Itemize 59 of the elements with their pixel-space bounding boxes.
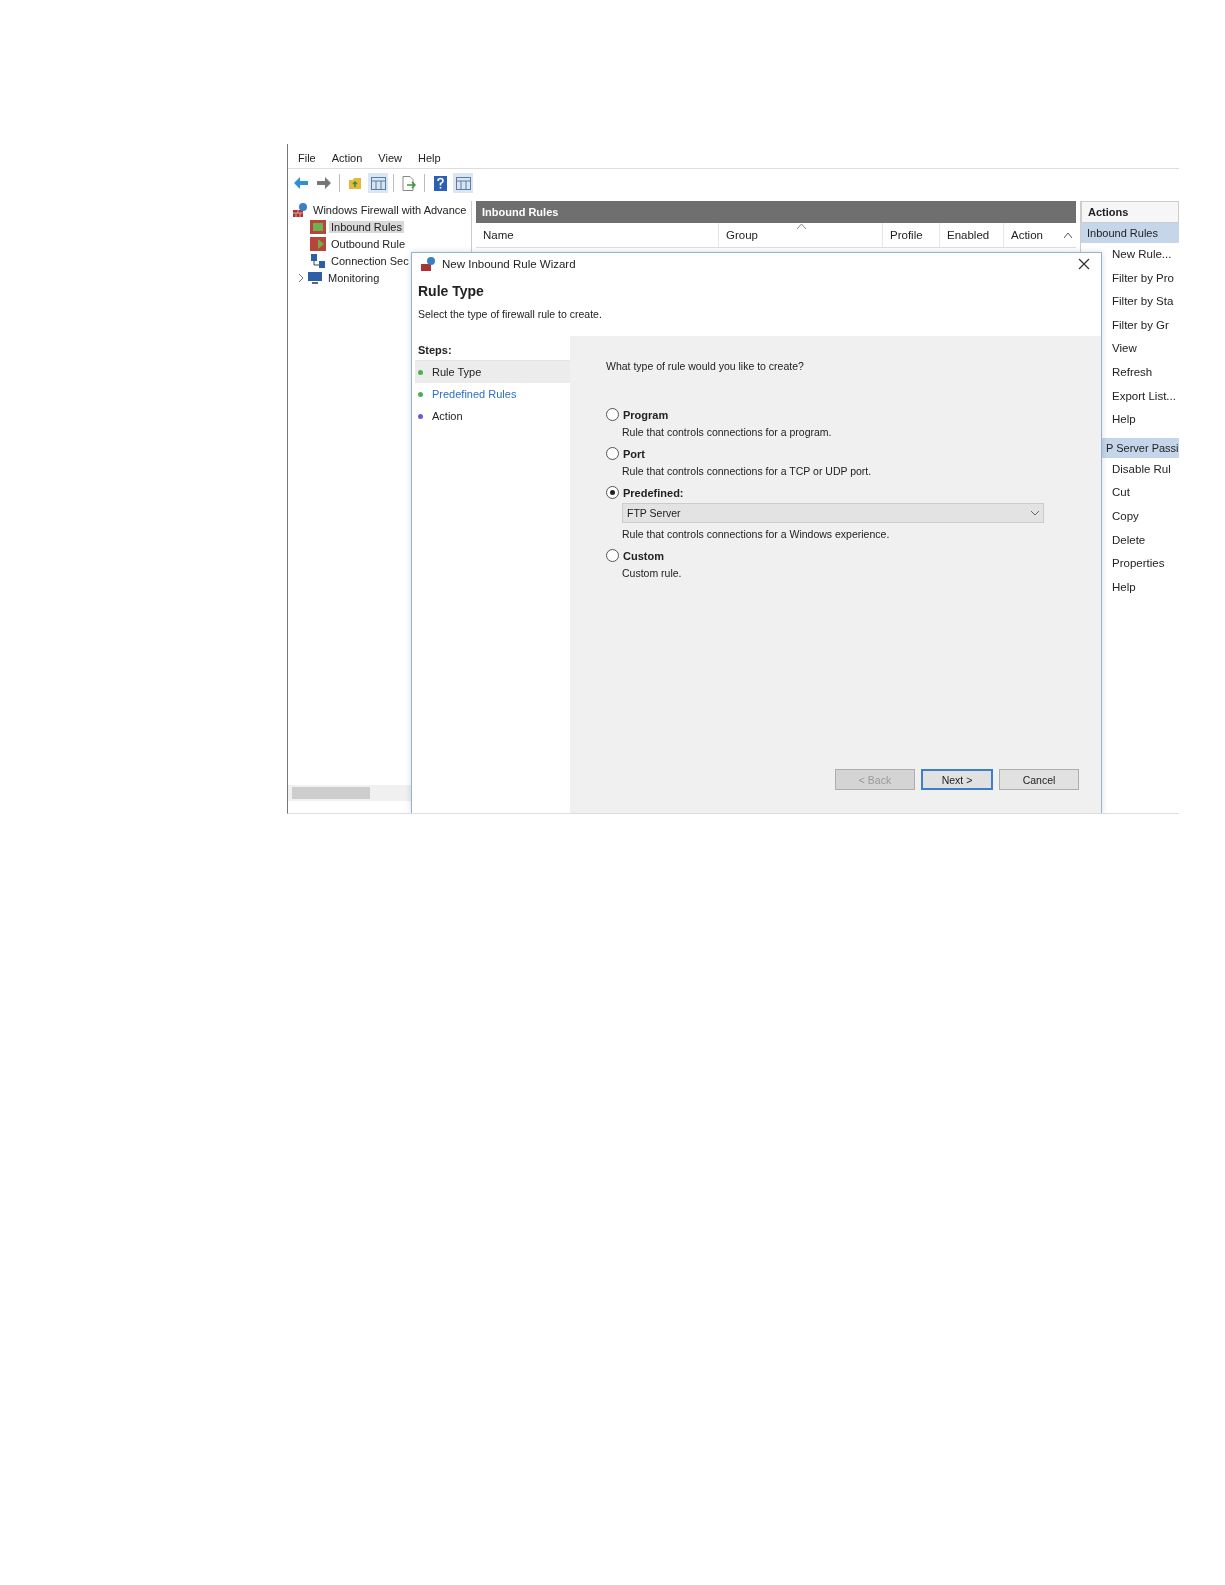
rules-icon [310, 219, 326, 234]
sort-caret-icon [797, 224, 807, 229]
column-header[interactable]: Enabled [939, 223, 1003, 247]
menu-item[interactable]: Help [411, 150, 447, 166]
radio-button[interactable] [606, 447, 619, 460]
wizard-step[interactable]: Action [415, 405, 570, 427]
option-description: Custom rule. [622, 567, 683, 579]
tree-item[interactable]: Windows Firewall with Advance [311, 203, 469, 216]
wizard-step[interactable]: Predefined Rules [415, 383, 570, 405]
column-header[interactable]: Profile [882, 223, 939, 247]
grid-icon [455, 176, 471, 190]
option-label: Port [623, 447, 645, 460]
back-arrow-icon [294, 177, 308, 189]
actions-section-header[interactable]: Inbound Rules [1081, 223, 1179, 243]
option-description: Rule that controls connections for a TCP or UDP port. [622, 465, 873, 477]
help-icon [433, 175, 447, 191]
dialog-title: New Inbound Rule Wizard [442, 258, 577, 270]
firewall-icon [292, 201, 308, 218]
question-text: What type of rule would you like to create? [606, 360, 805, 372]
monitor-icon [307, 270, 323, 285]
step-label: Rule Type [432, 366, 482, 378]
wizard-step[interactable]: Rule Type [415, 361, 570, 383]
menu-item[interactable]: File [292, 150, 322, 166]
firewall-icon [420, 256, 436, 272]
scroll-up-icon[interactable] [1064, 232, 1072, 238]
grid-icon [370, 176, 386, 190]
expand-chevron-icon[interactable] [297, 273, 304, 282]
chevron-down-icon [1031, 510, 1039, 516]
option-label: Custom [623, 549, 664, 562]
tree-item[interactable]: Outbound Rule [329, 237, 407, 250]
pane-title: Inbound Rules [476, 201, 1076, 223]
radio-button[interactable] [606, 408, 619, 421]
rules-icon [310, 236, 326, 251]
forward-arrow-icon [317, 177, 331, 189]
page-subtitle: Select the type of firewall rule to create. [418, 308, 603, 320]
actions-header: Actions [1081, 201, 1179, 223]
dropdown-field[interactable]: FTP Server [622, 503, 1044, 523]
folder-icon [348, 176, 362, 190]
tree-item[interactable]: Monitoring [326, 271, 382, 284]
radio-button[interactable] [606, 549, 619, 562]
dialog-button[interactable]: Cancel [999, 769, 1079, 790]
option-label: Predefined: [623, 486, 684, 499]
tree-item[interactable]: Connection Sec [329, 254, 411, 267]
dialog-button[interactable]: Next > [921, 769, 993, 790]
page-heading: Rule Type [418, 283, 485, 299]
option-description: Rule that controls connections for a program. [622, 426, 833, 438]
column-header[interactable]: Group [718, 223, 882, 247]
tree-item[interactable]: Inbound Rules [329, 220, 404, 233]
computers-icon [310, 252, 326, 269]
option-label: Program [623, 408, 669, 421]
column-header[interactable]: Name [476, 223, 718, 247]
radio-button[interactable] [606, 486, 619, 499]
export-icon [402, 175, 416, 191]
menu-item[interactable]: Action [325, 150, 369, 166]
option-description: Rule that controls connections for a Windows experience. [622, 528, 891, 540]
column-header[interactable]: Action [1003, 223, 1058, 247]
step-label: Predefined Rules [432, 388, 517, 400]
step-label: Action [432, 410, 463, 422]
menu-item[interactable]: View [372, 150, 408, 166]
